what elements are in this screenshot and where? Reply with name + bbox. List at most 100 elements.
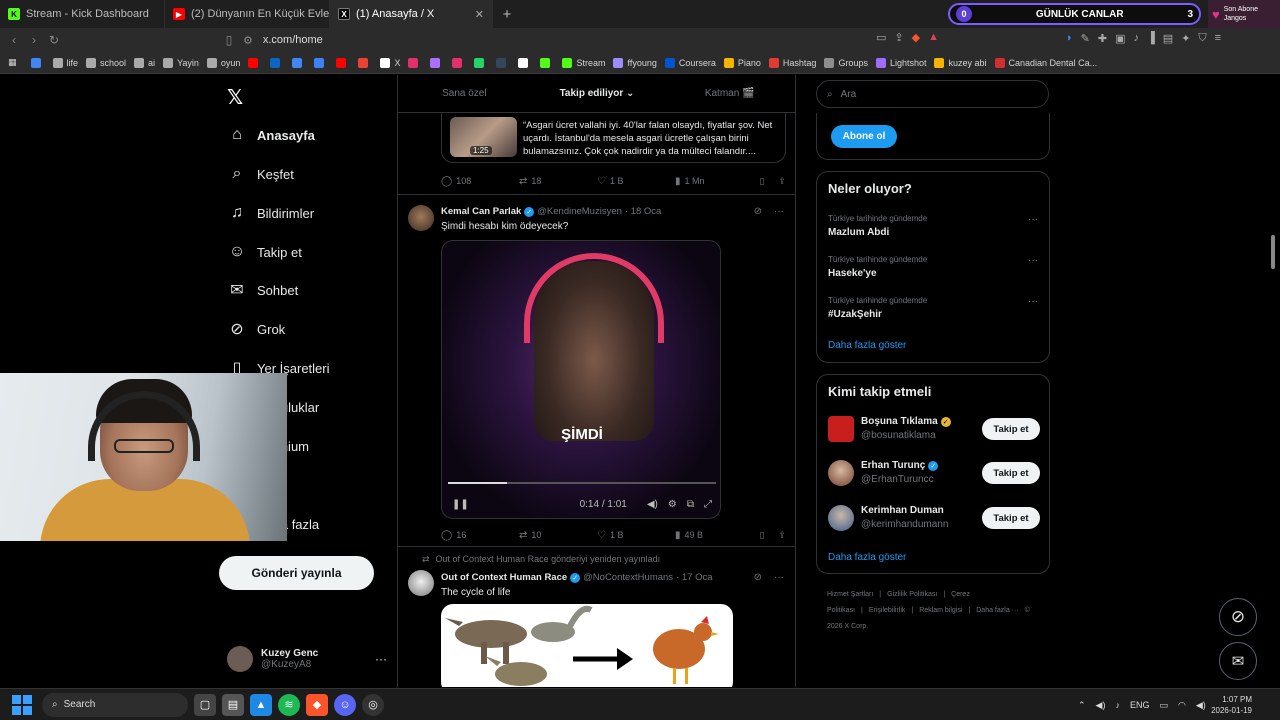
footer-link[interactable]: Erişilebilirlik: [869, 607, 906, 614]
bookmark-item[interactable]: Stream: [562, 57, 605, 68]
video-player[interactable]: ŞİMDİ ❚❚ 0:14 / 1:01 ◀) ⚙ ⧉ ⤢: [441, 240, 721, 519]
views-button[interactable]: ▮ 1 Mn: [675, 176, 755, 187]
microphone-icon[interactable]: ♪: [1115, 700, 1120, 710]
avatar[interactable]: [828, 416, 854, 442]
reply-button[interactable]: ◯ 16: [441, 530, 519, 541]
footer-link[interactable]: Hizmet Şartları: [827, 591, 873, 598]
tab-kick-dashboard[interactable]: K Stream - Kick Dashboard: [0, 0, 165, 28]
discord-icon[interactable]: ☺: [334, 693, 356, 716]
tweet[interactable]: Kemal Can Parlak ✓ @KendineMuzisyen · 18…: [398, 195, 795, 547]
settings-icon[interactable]: ⚙: [668, 499, 677, 510]
avatar[interactable]: [828, 460, 854, 486]
account-switcher[interactable]: Kuzey Genc @KuzeyA8 ···: [227, 642, 387, 676]
video-progress-bar[interactable]: [448, 482, 716, 484]
more-icon[interactable]: ···: [375, 652, 387, 666]
vpn-icon[interactable]: ⛉: [1198, 32, 1206, 45]
more-icon[interactable]: ···: [774, 572, 784, 583]
follow-suggestion[interactable]: Erhan Turunç ✓ @ErhanTuruncc Takip et: [828, 458, 1040, 488]
bookmark-item[interactable]: Piano: [723, 57, 761, 68]
show-more-link[interactable]: Daha fazla göster: [828, 340, 906, 351]
retweet-button[interactable]: ⇄ 18: [519, 176, 597, 187]
leo-icon[interactable]: ✦: [1181, 32, 1190, 45]
bookmark-item[interactable]: [474, 57, 488, 68]
extension-icon[interactable]: ✎: [1081, 32, 1090, 45]
windows-start-icon[interactable]: [12, 694, 32, 715]
spotify-icon[interactable]: ≋: [278, 693, 300, 716]
tab-following[interactable]: Takip ediliyor ⌄: [531, 75, 664, 112]
retweet-context-text[interactable]: Out of Context Human Race gönderiyi yeni…: [436, 554, 661, 565]
chevron-up-icon[interactable]: ⌃: [1078, 700, 1086, 711]
grok-icon[interactable]: ⊘: [754, 572, 762, 583]
speaker-icon[interactable]: ◀): [1096, 700, 1106, 711]
follow-suggestion[interactable]: Boşuna Tıklama ✓ @bosunatiklama Takip et: [828, 414, 1040, 444]
bookmark-item[interactable]: Yayin: [163, 57, 199, 68]
bookmark-item[interactable]: oyun: [206, 57, 240, 68]
language-indicator[interactable]: ENG: [1130, 700, 1150, 710]
footer-link[interactable]: Reklam bilgisi: [919, 607, 962, 614]
display-icon[interactable]: ▭: [1159, 700, 1168, 711]
like-button[interactable]: ♡ 1 B: [597, 176, 675, 187]
forward-icon[interactable]: ›: [24, 33, 44, 47]
tweet-image[interactable]: [441, 604, 733, 687]
bookmark-item[interactable]: [314, 57, 328, 68]
follow-suggestion[interactable]: Kerimhan Duman @kerimhandumann Takip et: [828, 503, 1040, 533]
quoted-tweet[interactable]: 1:25 “Asgari ücret vallahi iyi. 40'lar f…: [441, 113, 786, 163]
bookmark-item[interactable]: X: [380, 57, 400, 68]
more-icon[interactable]: ···: [1028, 214, 1038, 225]
avatar[interactable]: [408, 205, 434, 231]
menu-icon[interactable]: ≡: [1215, 32, 1221, 45]
bookmark-item[interactable]: kuzey abi: [934, 57, 987, 68]
share-icon[interactable]: ⇪: [778, 530, 786, 541]
tweet[interactable]: 1:25 “Asgari ücret vallahi iyi. 40'lar f…: [398, 113, 795, 195]
follow-button[interactable]: Takip et: [982, 418, 1040, 440]
post-button[interactable]: Gönderi yayınla: [219, 556, 374, 590]
more-icon[interactable]: ···: [1028, 296, 1038, 307]
tweet-date[interactable]: · 18 Oca: [625, 206, 661, 217]
photos-icon[interactable]: ▲: [250, 693, 272, 716]
footer-link[interactable]: Daha fazla ···: [976, 607, 1018, 614]
more-icon[interactable]: ···: [1028, 255, 1038, 266]
bookmark-item[interactable]: [496, 57, 510, 68]
bookmark-page-icon[interactable]: ▯: [219, 33, 239, 47]
extension-icon[interactable]: ◗: [1066, 32, 1073, 45]
bookmark-item[interactable]: life: [52, 57, 78, 68]
nav-item-grok[interactable]: ⊘ Grok: [227, 317, 285, 341]
bookmark-item[interactable]: Hashtag: [768, 57, 816, 68]
tab-x-home[interactable]: X (1) Anasayfa / X ✕: [330, 0, 493, 28]
grok-floating-button[interactable]: ⊘: [1219, 598, 1257, 636]
tweet[interactable]: ⇄ Out of Context Human Race gönderiyi ye…: [398, 548, 795, 687]
captions-icon[interactable]: ⧉: [687, 499, 694, 510]
tab-katman[interactable]: Katman 🎬: [663, 75, 795, 112]
cast-icon[interactable]: ▭: [876, 31, 886, 44]
show-more-link[interactable]: Daha fazla göster: [828, 552, 906, 563]
new-tab-button[interactable]: +: [493, 6, 521, 23]
puzzle-icon[interactable]: ✚: [1098, 32, 1107, 45]
like-button[interactable]: ♡ 1 B: [597, 530, 675, 541]
bookmark-item[interactable]: school: [86, 57, 126, 68]
bookmark-item[interactable]: [270, 57, 284, 68]
bookmark-item[interactable]: Lightshot: [875, 57, 926, 68]
bookmark-icon[interactable]: ▯: [760, 176, 765, 187]
bookmark-item[interactable]: [540, 57, 554, 68]
bookmark-item[interactable]: Coursera: [664, 57, 716, 68]
url-field[interactable]: ⚙ x.com/home: [243, 30, 963, 50]
bookmark-item[interactable]: [408, 57, 422, 68]
task-view-icon[interactable]: ▢: [194, 693, 216, 716]
subscribe-button[interactable]: Abone ol: [831, 125, 897, 148]
bookmark-item[interactable]: [248, 57, 262, 68]
music-icon[interactable]: ♪: [1134, 32, 1140, 45]
nav-item-chat[interactable]: ✉ Sohbet: [227, 278, 298, 302]
avatar[interactable]: [828, 505, 854, 531]
close-icon[interactable]: ✕: [467, 8, 484, 21]
bookmark-item[interactable]: [30, 57, 45, 68]
site-info-icon[interactable]: ⚙: [243, 34, 253, 47]
bookmark-item[interactable]: Groups: [824, 57, 868, 68]
bookmark-item[interactable]: ai: [134, 57, 155, 68]
bookmark-item[interactable]: [336, 57, 350, 68]
share-icon[interactable]: ⇪: [894, 31, 903, 44]
wallet-icon[interactable]: ▤: [1163, 32, 1173, 45]
views-button[interactable]: ▮ 49 B: [675, 530, 755, 541]
bookmark-item[interactable]: Canadian Dental Ca...: [994, 57, 1097, 68]
tab-for-you[interactable]: Sana özel: [398, 75, 531, 112]
more-icon[interactable]: ···: [774, 206, 784, 217]
